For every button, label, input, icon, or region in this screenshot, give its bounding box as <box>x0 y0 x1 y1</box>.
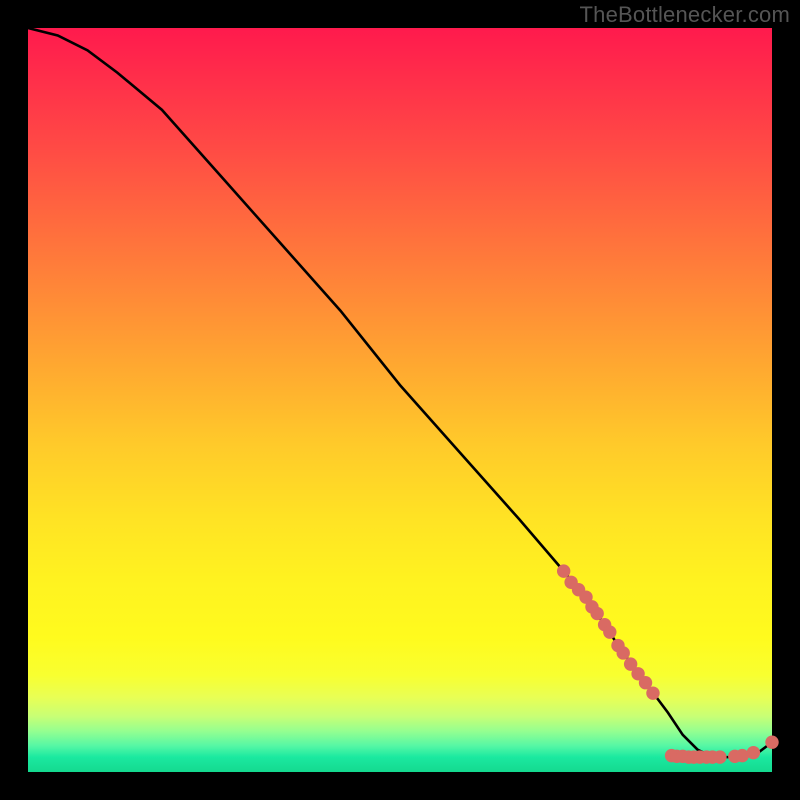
data-marker <box>646 686 659 699</box>
data-marker <box>747 746 760 759</box>
data-markers <box>557 564 779 763</box>
data-marker <box>765 736 778 749</box>
curve-svg <box>28 28 772 772</box>
chart-stage: TheBottlenecker.com <box>0 0 800 800</box>
data-marker <box>617 646 630 659</box>
data-marker <box>713 750 726 763</box>
watermark-text: TheBottlenecker.com <box>580 2 790 28</box>
data-marker <box>603 625 616 638</box>
data-marker <box>557 564 570 577</box>
bottleneck-curve <box>28 28 772 757</box>
data-marker <box>590 607 603 620</box>
plot-area <box>28 28 772 772</box>
